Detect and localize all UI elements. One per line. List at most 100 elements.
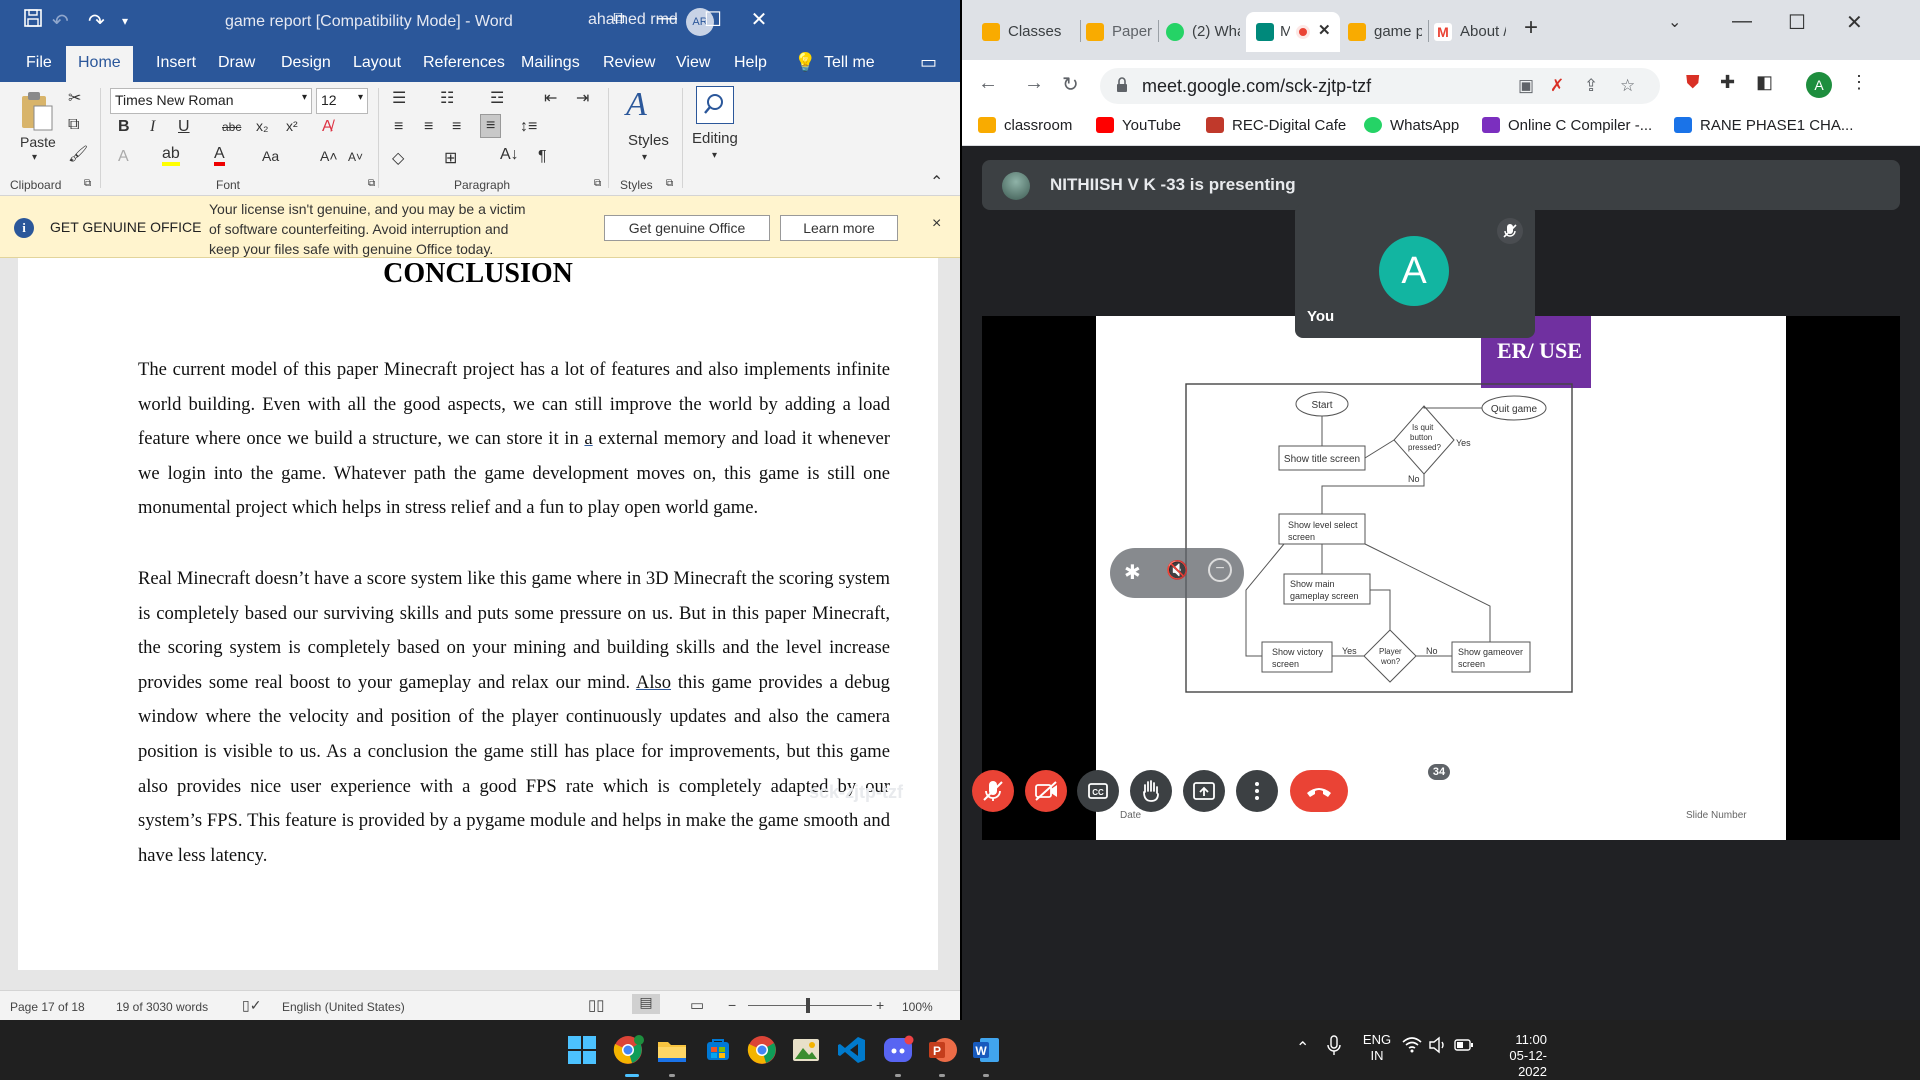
comments-icon[interactable]: ▭ [920,52,937,73]
document-area[interactable]: CONCLUSION The current model of this pap… [0,258,960,990]
bold-icon[interactable]: B [118,118,130,136]
word-count[interactable]: 19 of 3030 words [116,1000,208,1014]
bookmark-classroom[interactable]: classroom [978,117,1072,134]
learn-more-button[interactable]: Learn more [780,215,898,241]
editing-dropdown-icon[interactable]: ▾ [712,150,717,161]
powerpoint-icon[interactable]: P [926,1034,958,1066]
tab-classes[interactable]: Classes [982,12,1072,52]
tab-help[interactable]: Help [734,54,767,72]
address-bar[interactable]: meet.google.com/sck-zjtp-tzf ▣ ✗ ⇪ ☆ [1100,68,1660,104]
tab-design[interactable]: Design [281,54,331,72]
close-icon[interactable]: × [932,215,941,233]
bookmark-youtube[interactable]: YouTube [1096,117,1181,134]
remove-icon[interactable]: − [1208,558,1232,582]
self-video-tile[interactable]: A You [1295,204,1535,338]
subscript-icon[interactable]: x₂ [256,118,268,134]
page-count[interactable]: Page 17 of 18 [10,1000,85,1014]
microphone-icon[interactable] [1326,1034,1342,1063]
decrease-indent-icon[interactable]: ⇤ [544,88,557,108]
minimize-icon[interactable]: — [1732,10,1752,33]
photos-icon[interactable] [790,1034,822,1066]
change-case-icon[interactable]: Aa [262,148,279,164]
chrome-icon[interactable] [746,1034,778,1066]
side-panel-icon[interactable]: ◧ [1756,72,1773,93]
people-button[interactable] [1414,780,1442,809]
present-button[interactable] [1183,770,1225,812]
tab-review[interactable]: Review [603,54,655,72]
extensions-puzzle-icon[interactable]: ✚ [1720,72,1735,93]
tab-about[interactable]: M About / [1434,12,1510,52]
proofing-icon[interactable]: ▯✓ [242,997,261,1014]
maximize-icon[interactable]: ☐ [698,7,728,32]
discord-icon[interactable] [882,1034,914,1066]
zoom-slider[interactable] [748,1005,872,1006]
maximize-icon[interactable]: ☐ [1788,10,1806,35]
format-painter-icon[interactable]: 🖌 [68,144,88,164]
justify-icon[interactable]: ≡ [480,114,502,138]
italic-icon[interactable]: I [150,118,155,136]
clock[interactable]: 11:00 05-12-2022 [1487,1032,1547,1080]
shrink-font-icon[interactable]: A˅ [348,150,363,164]
mic-blocked-icon[interactable]: ✗ [1550,76,1564,96]
styles-button[interactable]: Styles [628,132,669,149]
align-right-icon[interactable]: ≡ [452,118,461,136]
tab-layout[interactable]: Layout [353,54,401,72]
volume-icon[interactable] [1428,1036,1448,1059]
clear-formatting-icon[interactable]: A̸ [322,118,333,136]
search-icon[interactable] [696,86,734,124]
captions-button[interactable]: CC [1077,770,1119,812]
activities-button[interactable] [1514,780,1538,809]
bookmark-star-icon[interactable]: ☆ [1620,76,1635,96]
forward-icon[interactable]: → [1024,72,1044,95]
leave-call-button[interactable] [1290,770,1348,812]
zoom-level[interactable]: 100% [902,1000,933,1014]
editing-button[interactable]: Editing [692,130,738,147]
tab-whatsapp[interactable]: (2) Wha [1166,12,1242,52]
styles-launcher-icon[interactable]: ⧉ [666,178,673,189]
sort-icon[interactable]: A↓ [500,146,519,164]
strikethrough-icon[interactable]: abc [222,120,241,134]
reload-icon[interactable]: ↻ [1062,72,1079,97]
tab-draw[interactable]: Draw [218,54,255,72]
mic-toggle-button[interactable] [972,770,1014,812]
show-hidden-icons-icon[interactable]: ⌃ [1296,1038,1309,1058]
close-icon[interactable]: ✕ [744,7,774,32]
copy-icon[interactable]: ⧉ [68,116,79,134]
url-text[interactable]: meet.google.com/sck-zjtp-tzf [1142,76,1371,97]
word-icon[interactable]: W [970,1034,1002,1066]
cut-icon[interactable]: ✂ [68,88,81,108]
meeting-details-button[interactable] [1366,780,1390,809]
tab-paper[interactable]: Paper M [1086,12,1152,52]
chrome-profile-icon[interactable] [612,1034,644,1066]
superscript-icon[interactable]: x² [286,118,298,134]
extension-shield-icon[interactable]: ⛊ [1686,72,1700,93]
undo-icon[interactable]: ↶ [52,9,69,34]
tab-references[interactable]: References [423,54,505,72]
tab-file[interactable]: File [26,54,52,72]
share-icon[interactable]: ⇪ [1584,76,1598,96]
paste-button[interactable]: Paste [20,134,56,150]
font-name-select[interactable]: Times New Roman ▾ [110,88,312,114]
underline-icon[interactable]: U [178,118,190,136]
collapse-ribbon-icon[interactable]: ⌃ [930,172,943,192]
profile-avatar[interactable]: A [1806,72,1832,98]
ribbon-display-icon[interactable]: ⧉ [604,10,634,28]
minimize-icon[interactable]: — [652,7,682,30]
more-options-button[interactable] [1236,770,1278,812]
line-spacing-icon[interactable]: ↕≡ [520,118,537,136]
font-launcher-icon[interactable]: ⧉ [368,178,375,189]
tab-game[interactable]: game p [1348,12,1426,52]
styles-dropdown-icon[interactable]: ▾ [642,152,647,163]
tell-me-search[interactable]: Tell me [824,54,875,72]
lightbulb-icon[interactable]: 💡 [794,52,816,73]
paragraph[interactable]: The current model of this paper Minecraf… [138,353,890,526]
close-tab-icon[interactable]: ✕ [1318,21,1331,39]
paste-dropdown-icon[interactable]: ▾ [32,152,37,163]
borders-icon[interactable]: ⊞ [444,148,457,168]
tab-mailings[interactable]: Mailings [521,54,580,72]
bookmark-online-c-compiler[interactable]: Online C Compiler -... [1482,117,1652,134]
back-icon[interactable]: ← [978,72,998,95]
web-layout-icon[interactable]: ▭ [690,996,704,1014]
meeting-code[interactable]: sck-zjtp-tzf [809,782,903,803]
wifi-icon[interactable] [1402,1036,1422,1059]
